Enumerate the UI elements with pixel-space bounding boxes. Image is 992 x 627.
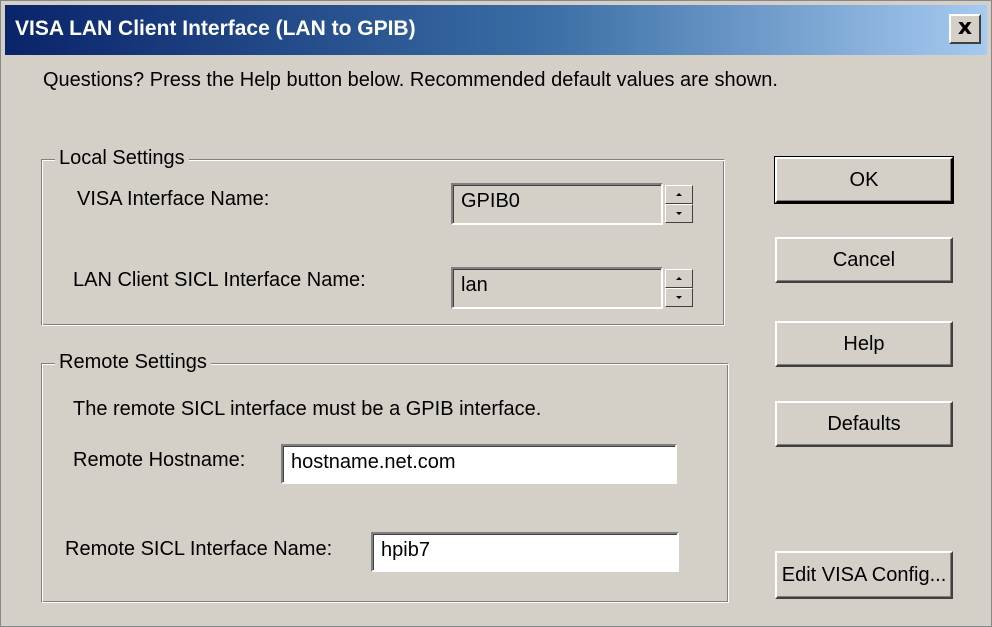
cancel-button[interactable]: Cancel — [775, 237, 953, 283]
lan-client-label: LAN Client SICL Interface Name: — [73, 269, 366, 291]
remote-sicl-value: hpib7 — [381, 539, 430, 561]
window-title: VISA LAN Client Interface (LAN to GPIB) — [15, 17, 416, 40]
lan-client-field[interactable]: lan — [451, 267, 663, 309]
edit-visa-config-button[interactable]: Edit VISA Config... — [775, 551, 953, 599]
help-label: Help — [843, 332, 885, 355]
arrow-up-icon — [676, 193, 682, 196]
visa-interface-field[interactable]: GPIB0 — [451, 183, 663, 225]
lan-client-value: lan — [461, 274, 488, 296]
ok-label: OK — [849, 168, 879, 191]
remote-hostname-value: hostname.net.com — [291, 451, 456, 473]
ok-button[interactable]: OK — [774, 156, 954, 204]
cancel-label: Cancel — [832, 248, 896, 271]
title-bar[interactable]: VISA LAN Client Interface (LAN to GPIB) … — [5, 5, 987, 55]
remote-sicl-label: Remote SICL Interface Name: — [65, 538, 333, 560]
spin-up-button[interactable] — [665, 185, 693, 204]
visa-interface-spinner[interactable] — [665, 185, 693, 223]
remote-note: The remote SICL interface must be a GPIB… — [73, 398, 542, 420]
spin-down-button[interactable] — [665, 204, 693, 223]
help-button[interactable]: Help — [775, 321, 953, 367]
remote-sicl-input[interactable]: hpib7 — [371, 532, 679, 572]
remote-hostname-input[interactable]: hostname.net.com — [281, 444, 677, 484]
defaults-button[interactable]: Defaults — [775, 401, 953, 447]
visa-interface-label: VISA Interface Name: — [77, 188, 270, 210]
remote-settings-caption: Remote Settings — [55, 351, 211, 374]
local-settings-caption: Local Settings — [55, 147, 189, 170]
lan-client-spinner[interactable] — [665, 269, 693, 307]
arrow-up-icon — [676, 277, 682, 280]
dialog-window: VISA LAN Client Interface (LAN to GPIB) … — [0, 0, 992, 627]
remote-hostname-label: Remote Hostname: — [73, 449, 246, 471]
defaults-label: Defaults — [827, 412, 901, 435]
arrow-down-icon — [676, 296, 682, 299]
visa-interface-value: GPIB0 — [461, 190, 520, 212]
spin-up-button[interactable] — [665, 269, 693, 288]
spin-down-button[interactable] — [665, 288, 693, 307]
intro-text: Questions? Press the Help button below. … — [43, 69, 778, 91]
close-icon: x — [957, 15, 973, 40]
arrow-down-icon — [676, 212, 682, 215]
edit-visa-config-label: Edit VISA Config... — [781, 563, 947, 586]
close-button[interactable]: x — [949, 14, 981, 44]
